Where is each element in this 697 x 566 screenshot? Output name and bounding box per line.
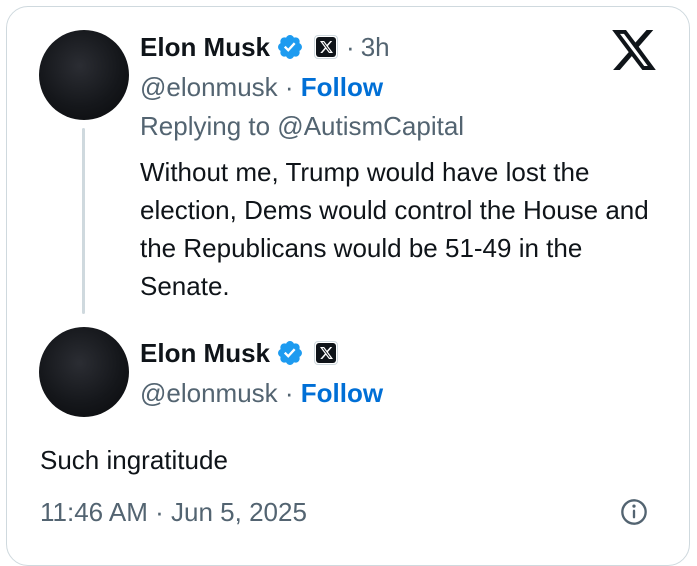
parent-tweet-text: Without me, Trump would have lost the el… — [140, 157, 649, 301]
separator: · — [284, 378, 301, 408]
author-name[interactable]: Elon Musk — [140, 338, 270, 369]
tweet-timestamp[interactable]: 11:46 AM · Jun 5, 2025 — [40, 497, 307, 528]
time-separator: · — [346, 31, 355, 62]
relative-time[interactable]: 3h — [361, 32, 390, 63]
avatar[interactable] — [39, 327, 129, 417]
separator: · — [284, 72, 301, 102]
author-handle[interactable]: @elonmusk — [140, 378, 278, 408]
follow-button[interactable]: Follow — [301, 72, 383, 102]
main-tweet-text: Such ingratitude — [40, 445, 228, 475]
x-logo-icon[interactable] — [612, 30, 656, 70]
handle-row: @elonmusk · Follow — [140, 72, 383, 103]
x-affiliation-icon[interactable] — [314, 35, 339, 59]
handle-row: @elonmusk · Follow — [140, 378, 383, 409]
main-tweet-header: Elon Musk — [140, 336, 339, 370]
info-icon[interactable] — [620, 498, 648, 526]
follow-button[interactable]: Follow — [301, 378, 383, 408]
x-affiliation-icon[interactable] — [314, 341, 339, 365]
parent-tweet-header: Elon Musk · 3h — [140, 30, 390, 64]
avatar[interactable] — [39, 30, 129, 120]
author-handle[interactable]: @elonmusk — [140, 72, 278, 102]
author-name[interactable]: Elon Musk — [140, 32, 270, 63]
replying-to-label[interactable]: Replying to @AutismCapital — [140, 111, 464, 142]
verified-badge-icon — [278, 341, 302, 365]
thread-connector-line — [82, 128, 85, 314]
verified-badge-icon — [278, 35, 302, 59]
